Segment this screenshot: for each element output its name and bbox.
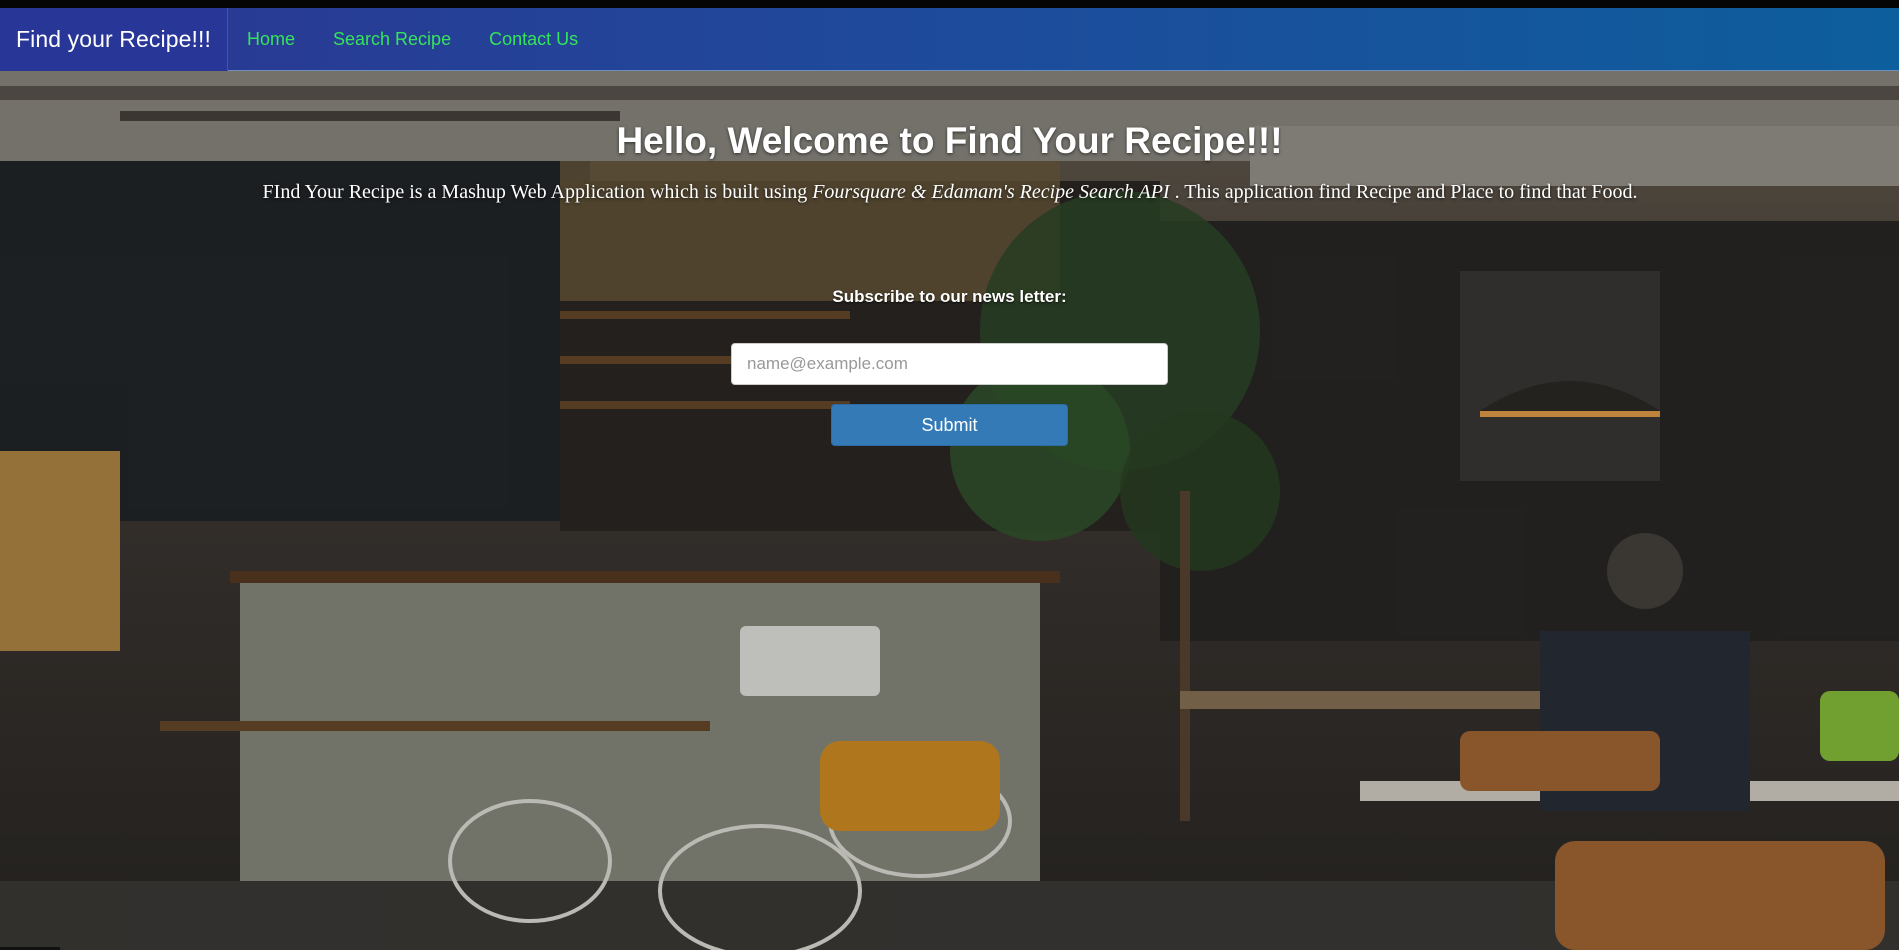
brand-logo[interactable]: Find your Recipe!!!: [0, 7, 228, 71]
hero-description: FInd Your Recipe is a Mashup Web Applica…: [255, 177, 1645, 207]
nav-link-contact-us[interactable]: Contact Us: [470, 8, 597, 71]
hero-desc-tail: . This application find Recipe and Place…: [1169, 181, 1638, 203]
subscribe-label: Subscribe to our news letter:: [832, 287, 1067, 306]
hero-title: Hello, Welcome to Find Your Recipe!!!: [0, 120, 1899, 162]
hero-title-brand: Find Your Recipe!!!: [944, 120, 1283, 161]
hero-desc-text: FInd Your Recipe is a Mashup Web Applica…: [262, 181, 813, 203]
email-field[interactable]: [731, 343, 1168, 385]
hero-section: Hello, Welcome to Find Your Recipe!!! FI…: [0, 71, 1899, 950]
navbar: Find your Recipe!!! Home Search Recipe C…: [0, 7, 1899, 71]
nav-link-home[interactable]: Home: [228, 8, 314, 71]
hero-title-prefix: Hello, Welcome to: [616, 120, 945, 161]
nav-link-search-recipe[interactable]: Search Recipe: [314, 8, 470, 71]
submit-button[interactable]: Submit: [831, 404, 1068, 446]
hero-desc-api: Foursquare & Edamam's Recipe Search API: [812, 181, 1170, 203]
nav-links: Home Search Recipe Contact Us: [228, 8, 597, 70]
